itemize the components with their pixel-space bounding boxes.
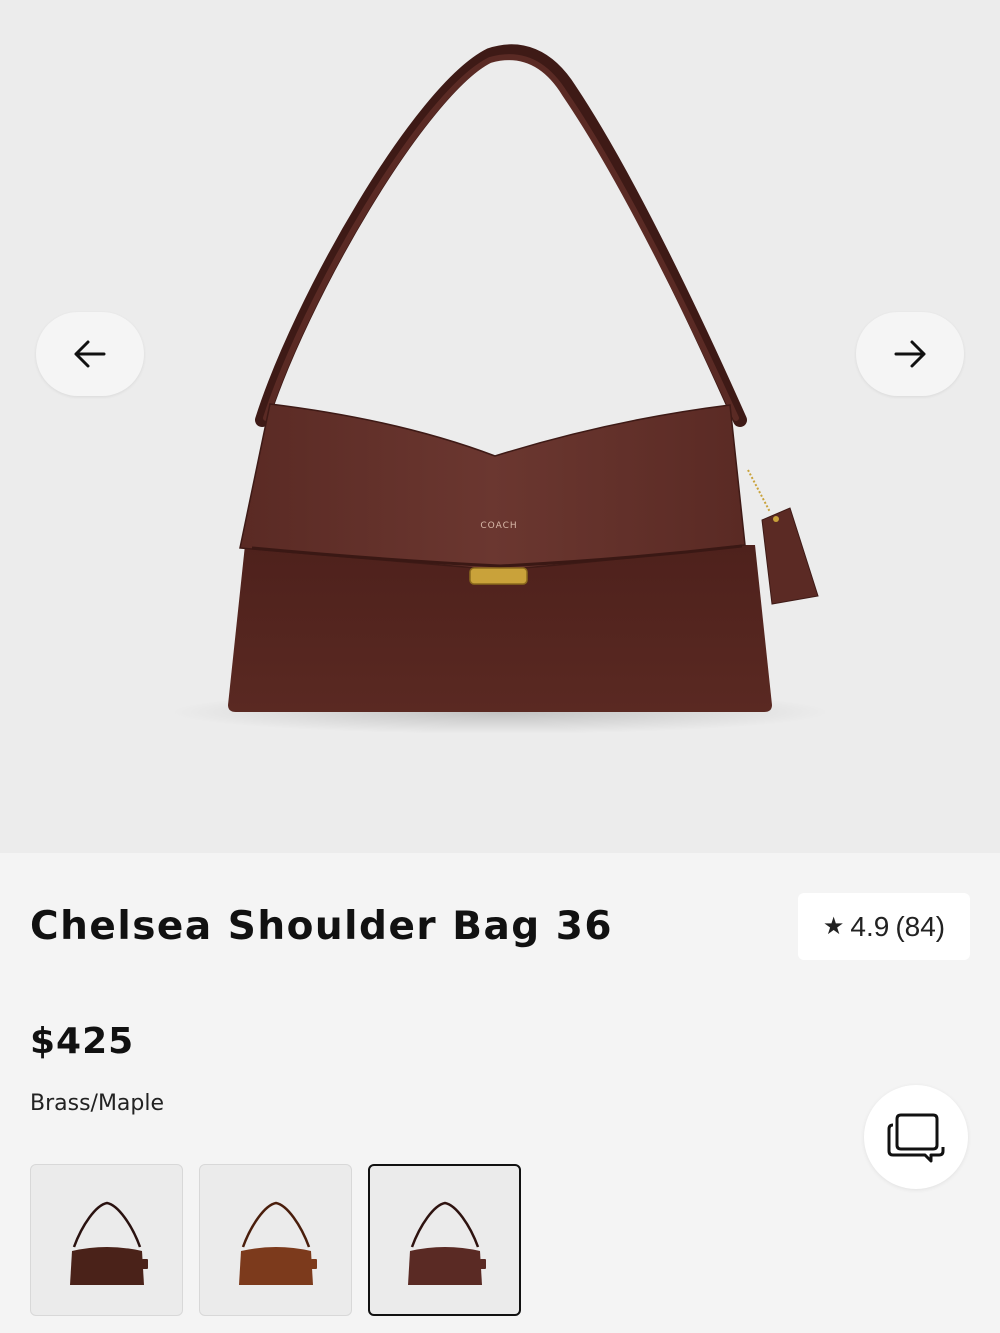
swatch-bag-image [407, 1201, 486, 1285]
next-image-button[interactable] [856, 312, 964, 396]
color-swatch[interactable] [30, 1164, 183, 1316]
color-swatch-selected[interactable] [368, 1164, 521, 1316]
product-price: $425 [30, 1021, 135, 1062]
star-icon: ★ [822, 913, 845, 940]
selected-color-name: Brass/Maple [30, 1091, 165, 1116]
arrow-left-icon [74, 340, 106, 368]
color-swatch[interactable] [199, 1164, 352, 1316]
product-image-gallery[interactable]: COACH [0, 0, 1000, 853]
swatch-bag-image [69, 1201, 148, 1285]
chat-button[interactable] [864, 1085, 968, 1189]
product-title: Chelsea Shoulder Bag 36 [30, 904, 614, 949]
rating-badge[interactable]: ★ 4.9 (84) [798, 893, 970, 960]
color-swatches [30, 1164, 521, 1316]
product-info: Chelsea Shoulder Bag 36 $425 Brass/Maple… [0, 853, 1000, 1333]
brand-logo: COACH [480, 521, 517, 531]
rating-value: 4.9 [850, 910, 890, 942]
rating-count: (84) [895, 910, 946, 942]
previous-image-button[interactable] [36, 312, 144, 396]
arrow-right-icon [894, 340, 926, 368]
chat-bubbles-icon [887, 1113, 945, 1163]
swatch-bag-image [238, 1201, 317, 1285]
product-image: COACH [170, 44, 830, 734]
